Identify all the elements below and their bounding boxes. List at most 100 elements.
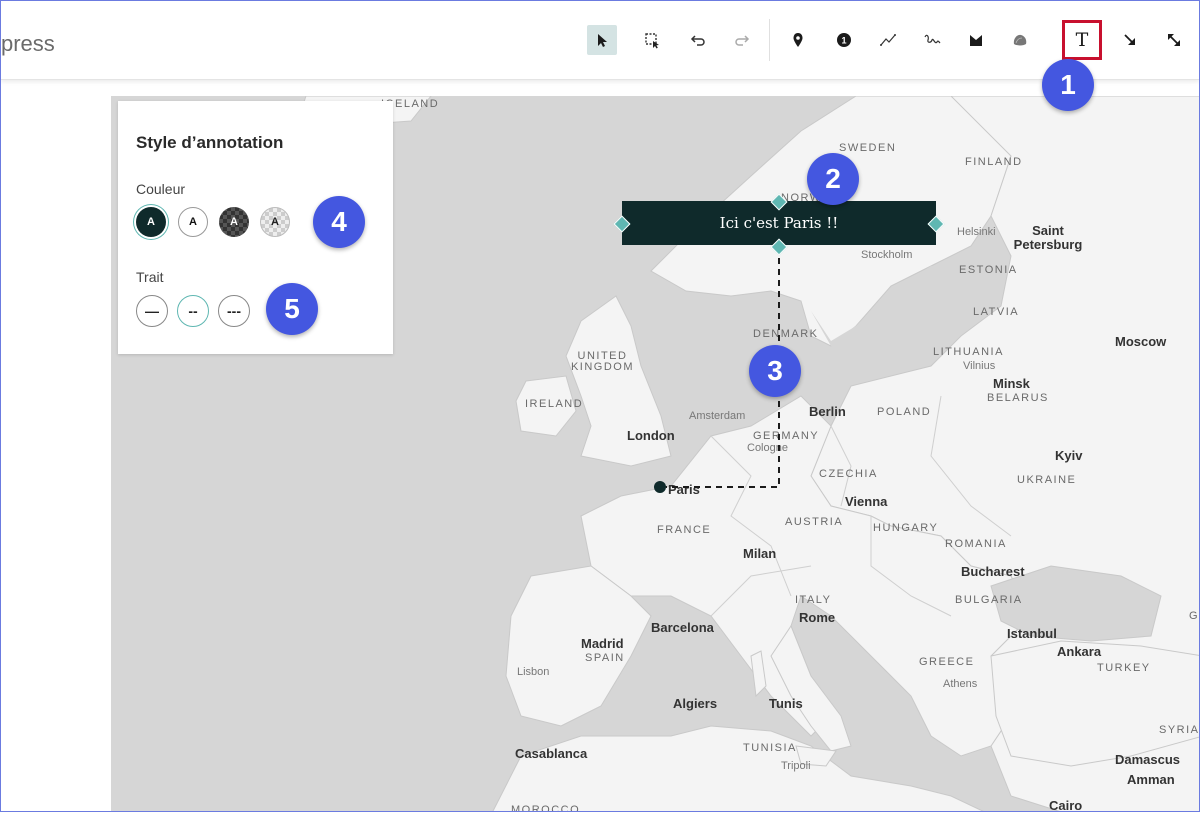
- city-label: Berlin: [809, 404, 846, 419]
- city-label-minor: Tripoli: [781, 760, 811, 772]
- country-label: CZECHIA: [819, 468, 878, 480]
- line-tool-button[interactable]: [873, 25, 903, 55]
- stroke-dotted-button[interactable]: ---: [218, 295, 250, 327]
- freehand-area-tool-button[interactable]: [1005, 25, 1035, 55]
- callout-badge-2: 2: [807, 153, 859, 205]
- country-label: UNITED KINGDOM: [570, 350, 635, 373]
- city-label: Casablanca: [515, 746, 588, 761]
- city-label: London: [627, 428, 675, 443]
- stroke-solid-glyph: —: [145, 303, 159, 319]
- city-label-minor: Lisbon: [517, 666, 550, 678]
- color-option-glyph: A: [147, 216, 155, 228]
- country-label: GREECE: [919, 656, 975, 668]
- country-label: BULGARIA: [955, 594, 1023, 606]
- callout-badge-1: 1: [1042, 59, 1094, 111]
- country-label: ITALY: [795, 594, 832, 606]
- stroke-label: Trait: [136, 269, 164, 285]
- pin-tool-button[interactable]: [783, 25, 813, 55]
- country-label: TURKEY: [1097, 662, 1151, 674]
- box-select-icon: [645, 33, 659, 49]
- city-label: Tunis: [769, 696, 803, 711]
- country-label: SWEDEN: [839, 142, 897, 154]
- polygon-tool-button[interactable]: [961, 25, 991, 55]
- stroke-solid-button[interactable]: —: [136, 295, 168, 327]
- color-option-glyph: A: [189, 216, 197, 228]
- stroke-dotted-glyph: ---: [227, 303, 241, 319]
- country-label: LITHUANIA: [933, 346, 1004, 358]
- map-pin-icon: [793, 33, 803, 47]
- country-label: ROMANIA: [945, 538, 1007, 550]
- color-option-light-transparent[interactable]: A: [260, 207, 290, 237]
- city-label-minor: Amsterdam: [689, 410, 746, 422]
- city-label: Minsk: [993, 376, 1030, 391]
- country-label: BELARUS: [987, 392, 1049, 404]
- box-select-tool-button[interactable]: [637, 25, 667, 55]
- city-label: Bucharest: [961, 564, 1025, 579]
- stroke-dashed-glyph: --: [188, 303, 198, 319]
- numbered-marker-icon: 1: [837, 33, 851, 47]
- stroke-dashed-button[interactable]: --: [177, 295, 209, 327]
- polyline-icon: [880, 34, 896, 46]
- pointer-arrow-icon: [598, 34, 607, 47]
- country-label: AUSTRIA: [785, 516, 844, 528]
- city-label: Kyiv: [1055, 448, 1083, 463]
- country-label: DENMARK: [753, 328, 819, 340]
- color-option-dark-transparent[interactable]: A: [219, 207, 249, 237]
- paris-marker[interactable]: [654, 481, 666, 493]
- country-label: SPAIN: [585, 652, 625, 664]
- city-label: Amman: [1127, 772, 1175, 787]
- text-tool-icon: T: [1075, 29, 1089, 51]
- city-label: Moscow: [1115, 334, 1167, 349]
- freehand-tool-button[interactable]: [917, 25, 947, 55]
- freehand-icon: [924, 34, 941, 44]
- arrow-tool-button[interactable]: [1115, 25, 1145, 55]
- country-label: LATVIA: [973, 306, 1020, 318]
- country-label: MOROCCO: [511, 804, 581, 812]
- country-label: GERMANY: [753, 430, 820, 442]
- color-option-glyph: A: [271, 216, 279, 228]
- city-label: Algiers: [673, 696, 718, 711]
- app-title: press: [1, 31, 55, 56]
- toolbar-divider: [769, 19, 770, 61]
- app-window: press 1 T ICELAND SWEDEN FINLAND NORWAY …: [0, 0, 1200, 812]
- select-tool-button[interactable]: [587, 25, 617, 55]
- numbered-marker-glyph: 1: [841, 36, 846, 46]
- undo-icon: [690, 35, 705, 46]
- freehand-area-icon: [1013, 34, 1027, 46]
- city-label: Madrid: [581, 636, 624, 651]
- text-tool-button[interactable]: T: [1062, 20, 1102, 60]
- app-toolbar: press 1 T: [1, 1, 1199, 80]
- polygon-icon: [970, 35, 982, 46]
- city-label-minor: Stockholm: [861, 249, 913, 261]
- country-label: ESTONIA: [959, 264, 1018, 276]
- country-label: UKRAINE: [1017, 474, 1077, 486]
- city-label: Rome: [799, 610, 836, 625]
- paris-label: Paris: [668, 482, 700, 497]
- arrow-down-right-icon: [1124, 34, 1135, 45]
- country-label: GE: [1189, 610, 1200, 622]
- country-label: TUNISIA: [743, 742, 797, 754]
- city-label: Vienna: [845, 494, 888, 509]
- undo-button[interactable]: [683, 25, 713, 55]
- color-label: Couleur: [136, 181, 186, 197]
- double-arrow-icon: [1168, 34, 1180, 46]
- double-arrow-tool-button[interactable]: [1159, 25, 1189, 55]
- callout-badge-4: 4: [313, 196, 365, 248]
- city-label: Milan: [743, 546, 777, 561]
- color-option-light[interactable]: A: [178, 207, 208, 237]
- color-option-dark[interactable]: A: [136, 207, 166, 237]
- panel-title: Style d’annotation: [136, 133, 284, 152]
- numbered-marker-tool-button[interactable]: 1: [829, 25, 859, 55]
- city-label: Barcelona: [651, 620, 714, 635]
- city-label: Cairo: [1049, 798, 1083, 812]
- redo-button[interactable]: [727, 25, 757, 55]
- country-label: IRELAND: [525, 398, 584, 410]
- annotation-text: Ici c'est Paris !!: [719, 214, 839, 232]
- city-label: Damascus: [1115, 752, 1181, 767]
- city-label-minor: Athens: [943, 678, 978, 690]
- country-label: FINLAND: [965, 156, 1023, 168]
- country-label: POLAND: [877, 406, 932, 418]
- callout-badge-5: 5: [266, 283, 318, 335]
- country-label: SYRIA: [1159, 724, 1200, 736]
- country-label: FRANCE: [657, 524, 712, 536]
